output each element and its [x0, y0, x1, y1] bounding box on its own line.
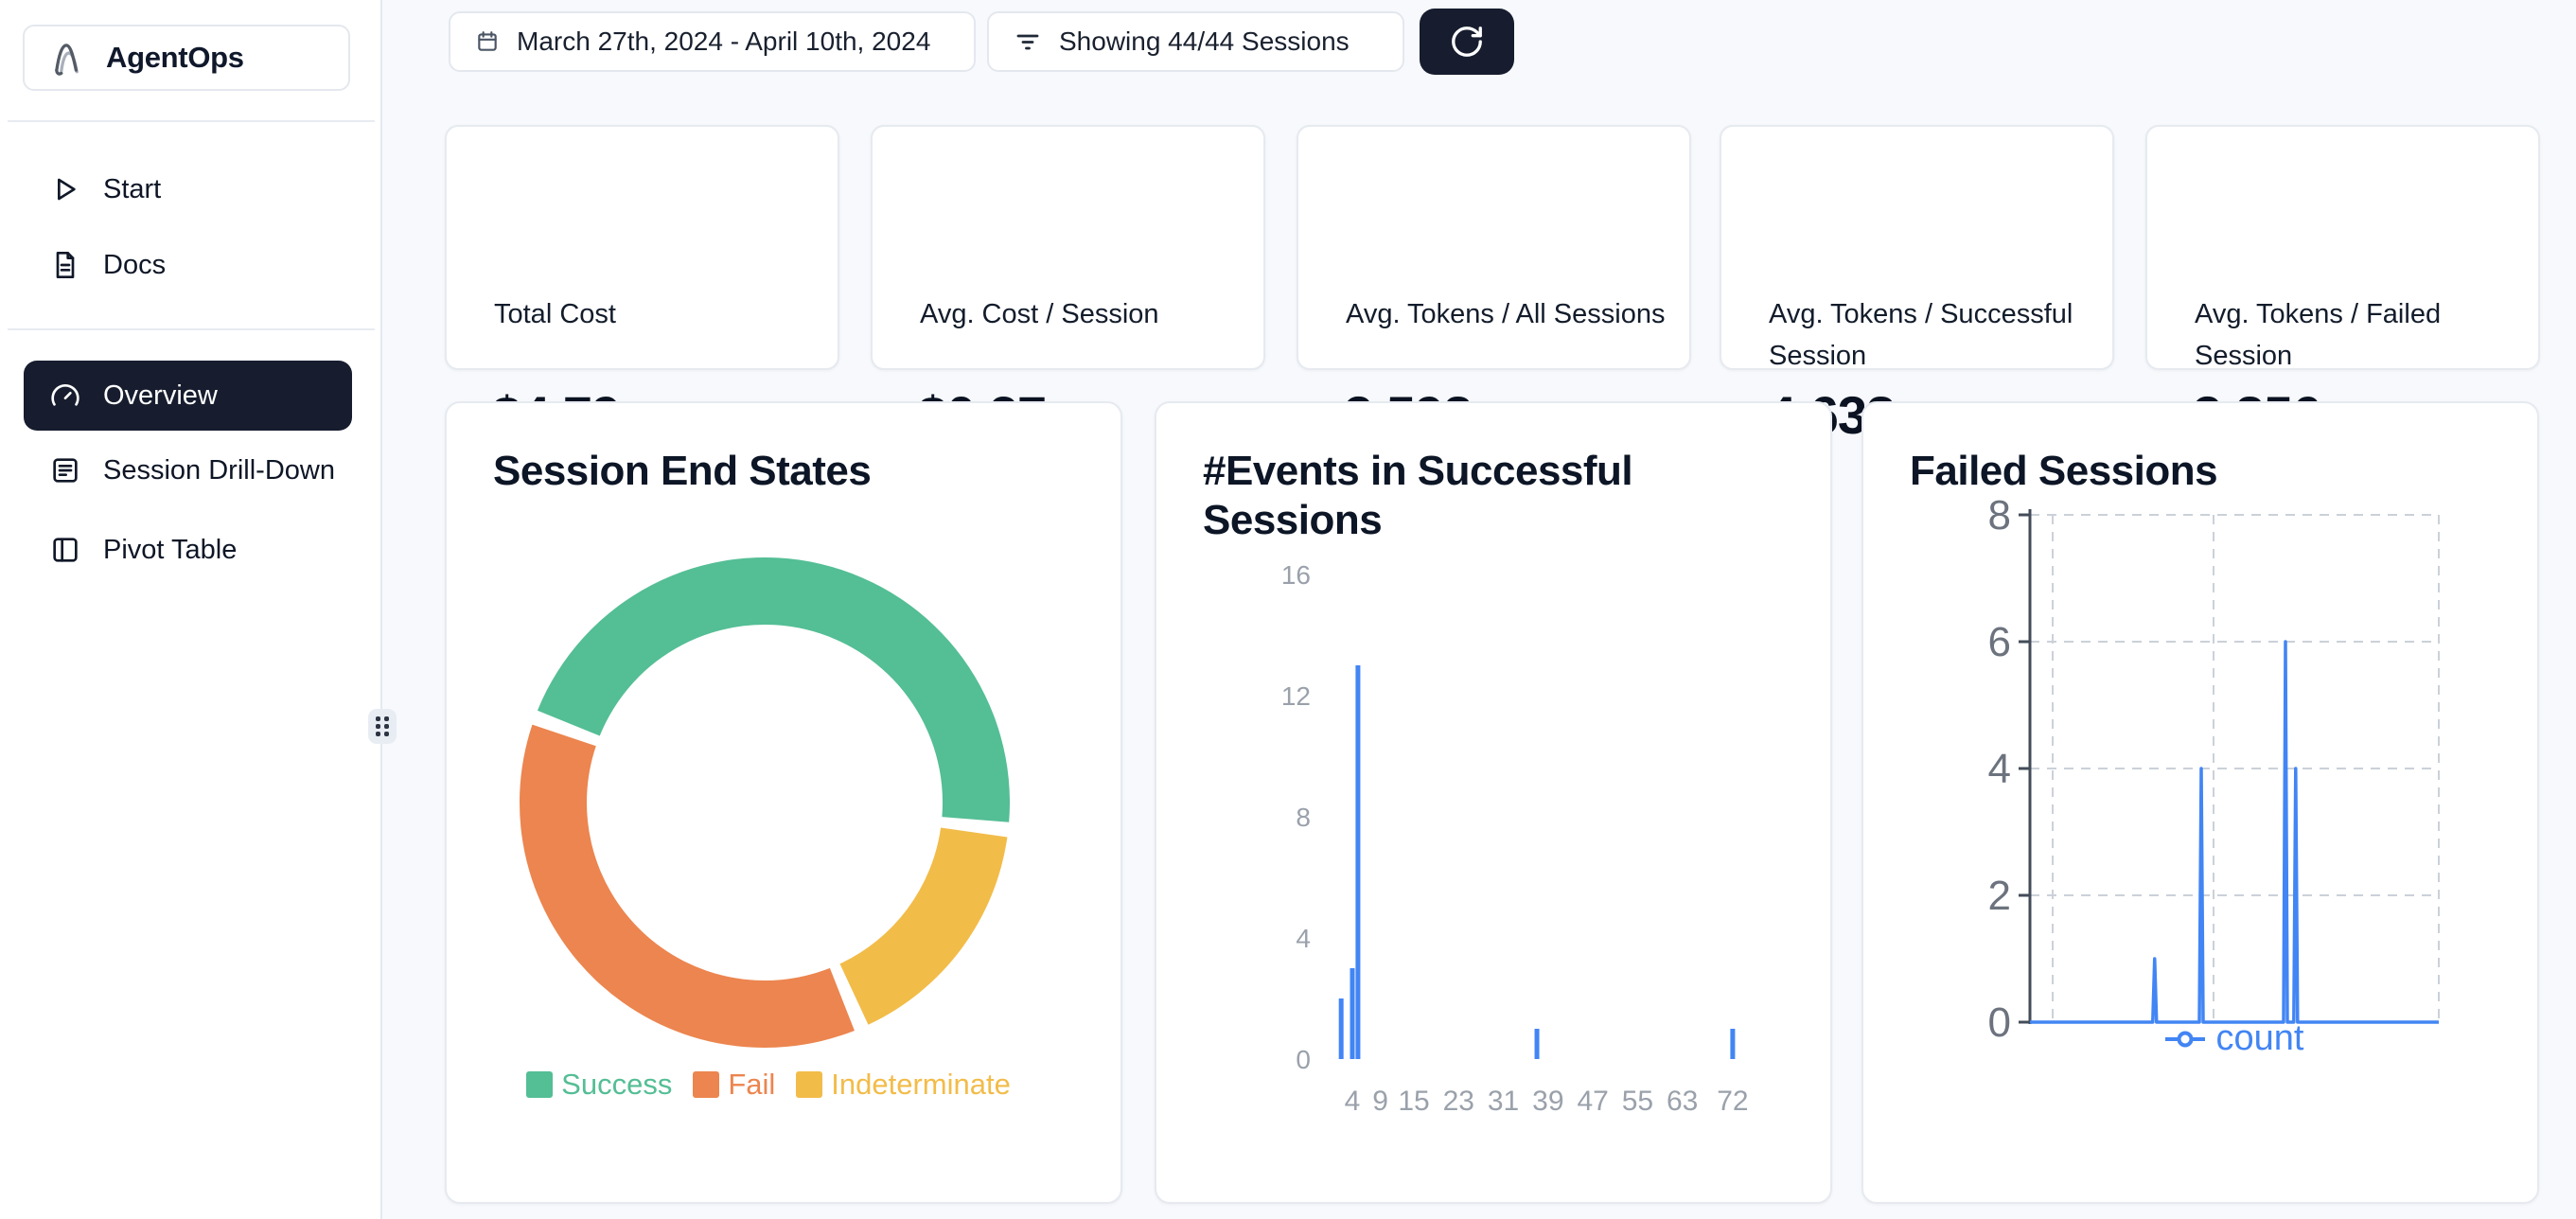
- stat-label: Avg. Tokens / Successful Session: [1769, 293, 2100, 377]
- sidebar-item-session-drill-down[interactable]: Session Drill-Down: [24, 440, 352, 501]
- sidebar-item-label: Overview: [103, 380, 218, 412]
- legend-label: Indeterminate: [831, 1068, 1011, 1102]
- refresh-icon: [1449, 26, 1485, 58]
- svg-text:39: 39: [1532, 1086, 1563, 1117]
- svg-text:0: 0: [1988, 999, 2011, 1046]
- svg-text:15: 15: [1398, 1086, 1429, 1117]
- agentops-dashboard: AgentOps Start Docs Overview: [0, 0, 2576, 1219]
- gauge-icon: [50, 380, 82, 412]
- legend-label: Fail: [728, 1068, 775, 1102]
- svg-text:12: 12: [1281, 681, 1311, 711]
- svg-text:55: 55: [1622, 1086, 1653, 1117]
- sidebar-item-pivot-table[interactable]: Pivot Table: [24, 520, 352, 580]
- filter-lines-icon: [1014, 26, 1042, 58]
- svg-text:31: 31: [1488, 1086, 1519, 1117]
- line-chart[interactable]: 0 2 4 6 8: [1863, 403, 2541, 1206]
- stat-label: Avg. Tokens / All Sessions: [1346, 293, 1665, 335]
- panel-left-icon: [50, 534, 82, 566]
- document-icon: [50, 249, 82, 281]
- legend-label: Success: [561, 1068, 672, 1102]
- paperclip-logo-icon: [47, 42, 91, 74]
- play-icon: [50, 173, 82, 205]
- sidebar-resize-handle[interactable]: [368, 709, 397, 744]
- legend-swatch: [796, 1071, 822, 1098]
- sidebar-item-start[interactable]: Start: [24, 159, 352, 220]
- svg-text:63: 63: [1667, 1086, 1698, 1117]
- legend-item-fail[interactable]: Fail: [693, 1068, 775, 1102]
- stat-label: Avg. Tokens / Failed Session: [2195, 293, 2526, 377]
- line-chart-legend[interactable]: count: [2030, 1018, 2439, 1059]
- sessions-filter-button[interactable]: Showing 44/44 Sessions: [987, 11, 1404, 72]
- donut-legend: Success Fail Indeterminate: [447, 1068, 1090, 1102]
- stat-label: Avg. Cost / Session: [920, 293, 1159, 335]
- sidebar-item-overview[interactable]: Overview: [24, 361, 352, 431]
- legend-item-success[interactable]: Success: [526, 1068, 672, 1102]
- stat-card-avg-tokens-successful: Avg. Tokens / Successful Session 4,638: [1720, 125, 2114, 370]
- date-range-label: March 27th, 2024 - April 10th, 2024: [517, 26, 930, 57]
- svg-text:72: 72: [1717, 1086, 1748, 1117]
- stat-card-total-cost: Total Cost $4.79: [445, 125, 839, 370]
- svg-text:47: 47: [1577, 1086, 1608, 1117]
- svg-text:8: 8: [1296, 803, 1311, 832]
- sidebar-item-label: Start: [103, 174, 161, 205]
- svg-text:8: 8: [1988, 492, 2011, 539]
- legend-line-marker-icon: [2165, 1029, 2205, 1050]
- svg-text:6: 6: [1988, 619, 2011, 665]
- sidebar-item-label: Docs: [103, 250, 166, 281]
- svg-text:2: 2: [1988, 873, 2011, 919]
- svg-text:9: 9: [1372, 1086, 1388, 1117]
- brand-name: AgentOps: [106, 41, 244, 75]
- brand-logo[interactable]: AgentOps: [23, 25, 350, 91]
- legend-item-indeterminate[interactable]: Indeterminate: [796, 1068, 1011, 1102]
- stat-label: Total Cost: [494, 293, 616, 335]
- svg-text:0: 0: [1296, 1045, 1311, 1074]
- svg-text:4: 4: [1296, 924, 1311, 953]
- bar-chart[interactable]: 0481216491523313947556372: [1156, 403, 1834, 1206]
- sidebar-item-label: Session Drill-Down: [103, 455, 335, 486]
- svg-text:4: 4: [1345, 1086, 1361, 1117]
- legend-swatch: [526, 1071, 553, 1098]
- svg-text:16: 16: [1281, 560, 1311, 590]
- legend-series-label: count: [2216, 1018, 2304, 1059]
- sessions-filter-label: Showing 44/44 Sessions: [1059, 26, 1350, 57]
- stat-card-avg-cost: Avg. Cost / Session $0.27: [871, 125, 1265, 370]
- sidebar-divider: [8, 120, 375, 122]
- calendar-icon: [475, 26, 500, 58]
- stat-card-avg-tokens-failed: Avg. Tokens / Failed Session 3,856: [2145, 125, 2540, 370]
- svg-text:4: 4: [1988, 746, 2011, 792]
- date-range-button[interactable]: March 27th, 2024 - April 10th, 2024: [449, 11, 976, 72]
- refresh-button[interactable]: [1420, 9, 1514, 75]
- sidebar-item-label: Pivot Table: [103, 535, 237, 566]
- sidebar-divider: [8, 328, 375, 330]
- sidebar-item-docs[interactable]: Docs: [24, 235, 352, 295]
- events-successful-sessions-card: #Events in Successful Sessions 048121649…: [1155, 401, 1832, 1204]
- legend-swatch: [693, 1071, 719, 1098]
- list-box-icon: [50, 454, 82, 486]
- svg-text:23: 23: [1443, 1086, 1474, 1117]
- sidebar: AgentOps Start Docs Overview: [0, 0, 382, 1219]
- failed-sessions-card: Failed Sessions 02468 count: [1861, 401, 2539, 1204]
- stat-card-avg-tokens-all: Avg. Tokens / All Sessions 3,598: [1297, 125, 1691, 370]
- session-end-states-card: Session End States Success Fail Indeterm…: [445, 401, 1122, 1204]
